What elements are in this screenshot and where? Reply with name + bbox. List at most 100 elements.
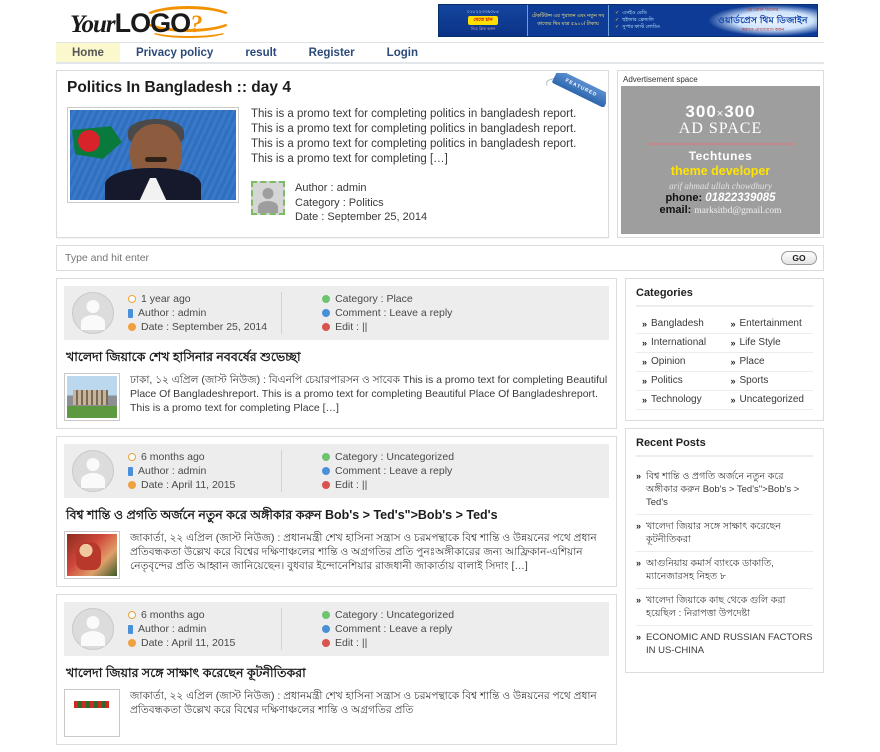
- category-link[interactable]: » Sports: [724, 372, 813, 391]
- post-category[interactable]: Category : Uncategorized: [335, 608, 454, 622]
- categories-title: Categories: [636, 287, 813, 307]
- category-icon: [322, 295, 331, 303]
- post-comment[interactable]: Comment : Leave a reply: [335, 622, 452, 636]
- category-link[interactable]: » Uncategorized: [724, 391, 813, 410]
- advertisement-box[interactable]: Advertisement space 300×300 AD SPACE Tec…: [617, 70, 824, 238]
- recent-post-link[interactable]: » বিশ্ব শান্তি ও প্রগতি অর্জনে নতুন করে অ…: [636, 465, 813, 515]
- category-link[interactable]: » Life Style: [724, 334, 813, 353]
- search-go-button[interactable]: GO: [781, 251, 817, 265]
- recent-post-link[interactable]: » আগুনিয়ায় কমার্স ব্যাংকে ডাকাতি, ম্যান…: [636, 552, 813, 589]
- calendar-icon: [128, 481, 136, 489]
- search-bar[interactable]: GO: [56, 245, 824, 271]
- chevron-right-icon: »: [636, 632, 642, 642]
- category-icon: [322, 453, 330, 461]
- ad-divider: [646, 143, 795, 145]
- post-edit[interactable]: Edit : ||: [335, 636, 367, 650]
- post-comment[interactable]: Comment : Leave a reply: [335, 306, 452, 320]
- calendar-icon: [128, 323, 136, 331]
- banner-cta-button[interactable]: যেতে চান: [468, 16, 498, 26]
- featured-title: Politics In Bangladesh :: day 4: [67, 79, 291, 96]
- post-item[interactable]: 1 year ago Author : admin Date : Septemb…: [56, 278, 617, 429]
- search-input[interactable]: [63, 251, 781, 265]
- category-label: International: [651, 337, 707, 348]
- calendar-icon: [128, 639, 136, 647]
- post-edit[interactable]: Edit : ||: [335, 320, 367, 334]
- top-banner-ad[interactable]: ০১৮২২৩৩৯০৮৫ যেতে চান নিচে ক্লিক করুন টেক…: [438, 4, 818, 37]
- post-edit[interactable]: Edit : ||: [335, 478, 367, 492]
- category-label: Entertainment: [739, 318, 802, 329]
- post-category[interactable]: Category : Place: [335, 292, 413, 306]
- user-icon: [128, 308, 133, 318]
- chevron-right-icon: »: [730, 395, 736, 405]
- nav-item-home[interactable]: Home: [56, 43, 120, 62]
- category-link[interactable]: » Opinion: [636, 353, 725, 372]
- ad-space-text: AD SPACE: [678, 120, 763, 137]
- featured-article[interactable]: FEATURED Politics In Bangladesh :: day 4: [56, 70, 609, 238]
- category-label: Technology: [651, 394, 702, 405]
- post-thumbnail[interactable]: [64, 689, 120, 737]
- category-link[interactable]: » Bangladesh: [636, 315, 725, 334]
- advertisement-label: Advertisement space: [623, 75, 698, 84]
- ad-email-label: email:: [659, 204, 692, 216]
- featured-thumbnail[interactable]: [67, 107, 239, 203]
- ad-phone-number: 01822339085: [705, 192, 776, 204]
- banner-feature-item: এসইও রেডি: [615, 10, 647, 17]
- category-label: Life Style: [739, 337, 781, 348]
- recent-post-link[interactable]: » খালেদা জিয়ার সঙ্গে সাক্ষাৎ করেছেন কূটন…: [636, 515, 813, 552]
- ad-email-address: marksitbd@gmail.com: [694, 206, 782, 216]
- banner-phone: ০১৮২২৩৩৯০৮৫: [466, 8, 500, 14]
- banner-segment-phone: ০১৮২২৩৩৯০৮৫ যেতে চান নিচে ক্লিক করুন: [439, 5, 527, 36]
- post-item[interactable]: 6 months ago Author : admin Date : April…: [56, 436, 617, 587]
- category-link[interactable]: » Politics: [636, 372, 725, 391]
- post-title[interactable]: বিশ্ব শান্তি ও প্রগতি অর্জনে নতুন করে অঙ…: [66, 507, 609, 523]
- post-category[interactable]: Category : Uncategorized: [335, 450, 454, 464]
- category-link[interactable]: » Technology: [636, 391, 725, 410]
- user-icon: [128, 466, 133, 476]
- category-link[interactable]: » Entertainment: [724, 315, 813, 334]
- post-meta-bar: 1 year ago Author : admin Date : Septemb…: [64, 286, 609, 340]
- content-columns: 1 year ago Author : admin Date : Septemb…: [56, 278, 824, 752]
- category-link[interactable]: » Place: [724, 353, 813, 372]
- category-label: Sports: [739, 375, 769, 386]
- recent-post-label: বিশ্ব শান্তি ও প্রগতি অর্জনে নতুন করে অঙ…: [646, 471, 800, 508]
- recent-post-label: খালেদা জিয়াকে কাছ থেকে গুলি করা হয়েছিল…: [646, 595, 786, 619]
- post-title[interactable]: খালেদা জিয়ার সঙ্গে সাক্ষাৎ করেছেন কূটনী…: [66, 665, 609, 681]
- post-date: Date : April 11, 2015: [141, 479, 236, 491]
- featured-meta: Author : admin Category : Politics Date …: [251, 181, 598, 225]
- nav-item-privacy-policy[interactable]: Privacy policy: [120, 43, 229, 62]
- featured-author: Author : admin: [295, 182, 367, 194]
- post-thumbnail[interactable]: [64, 531, 120, 579]
- category-label: Politics: [651, 375, 683, 386]
- post-meta-bar: 6 months ago Author : admin Date : April…: [64, 602, 609, 656]
- category-link[interactable]: » International: [636, 334, 725, 353]
- building-image: [67, 376, 117, 418]
- comment-icon: [322, 309, 331, 317]
- main-navigation: Home Privacy policy result Register Logi…: [56, 42, 824, 64]
- post-comment[interactable]: Comment : Leave a reply: [335, 464, 452, 478]
- top-section: FEATURED Politics In Bangladesh :: day 4: [56, 64, 824, 238]
- chevron-right-icon: »: [730, 319, 736, 329]
- post-time-ago: 6 months ago: [141, 451, 205, 463]
- nav-item-register[interactable]: Register: [293, 43, 371, 62]
- chevron-right-icon: »: [730, 357, 736, 367]
- post-author: Author : admin: [138, 465, 207, 477]
- portrait-image: [70, 110, 236, 200]
- post-item[interactable]: 6 months ago Author : admin Date : April…: [56, 594, 617, 745]
- nav-item-login[interactable]: Login: [371, 43, 434, 62]
- post-time-ago: 1 year ago: [141, 293, 191, 305]
- sidebar: Categories » Bangladesh » Entertainment » I…: [625, 278, 824, 752]
- featured-ribbon: FEATURED: [540, 73, 606, 107]
- edit-icon: [322, 481, 330, 489]
- site-logo[interactable]: YourLOGO?: [64, 2, 254, 40]
- chevron-right-icon: »: [636, 595, 642, 605]
- post-title[interactable]: খালেদা জিয়াকে শেখ হাসিনার নববর্ষের শুভে…: [66, 349, 609, 365]
- post-thumbnail[interactable]: [64, 373, 120, 421]
- featured-promo-text: This is a promo text for completing poli…: [251, 108, 577, 165]
- banner-segment-features: এসইও রেডি হুইজার ফ্রেন্ডলি সুপার ফাস্ট ল…: [609, 5, 709, 36]
- recent-post-link[interactable]: » খালেদা জিয়াকে কাছ থেকে গুলি করা হয়েছি…: [636, 589, 813, 626]
- recent-post-label: আগুনিয়ায় কমার্স ব্যাংকে ডাকাতি, ম্যানে…: [646, 558, 774, 582]
- chevron-right-icon: »: [642, 319, 648, 329]
- nav-item-result[interactable]: result: [229, 43, 292, 62]
- chevron-right-icon: »: [642, 357, 648, 367]
- recent-post-link[interactable]: » ECONOMIC AND RUSSIAN FACTORS IN US-CHIN…: [636, 626, 813, 662]
